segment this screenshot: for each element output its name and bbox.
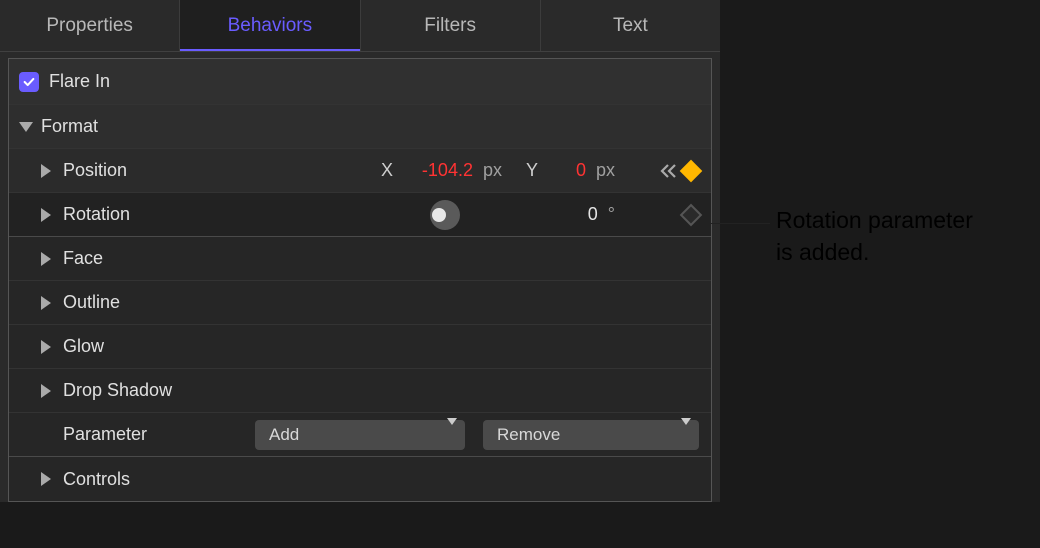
tab-text[interactable]: Text — [541, 0, 720, 51]
rotation-row: Rotation 0 ° — [9, 193, 711, 237]
annotation-callout: Rotation parameter is added. — [776, 204, 973, 268]
keyframe-diamond-icon[interactable] — [680, 159, 703, 182]
annotation-line1: Rotation parameter — [776, 204, 973, 236]
chevron-right-icon — [41, 208, 51, 222]
chevron-right-icon — [41, 472, 51, 486]
disclosure-position[interactable] — [41, 164, 55, 178]
behavior-header-row: Flare In — [9, 59, 711, 105]
controls-row[interactable]: Controls — [9, 457, 711, 501]
chevron-right-icon — [41, 296, 51, 310]
y-unit: px — [596, 160, 615, 181]
disclosure-glow[interactable] — [41, 340, 55, 354]
y-value[interactable]: 0 — [548, 160, 586, 181]
add-select-label: Add — [269, 425, 299, 445]
chevron-down-icon — [681, 418, 691, 444]
chevron-right-icon — [41, 164, 51, 178]
rotation-value[interactable]: 0 — [560, 204, 598, 225]
disclosure-face[interactable] — [41, 252, 55, 266]
keyframe-empty-diamond-icon[interactable] — [680, 203, 703, 226]
glow-row[interactable]: Glow — [9, 325, 711, 369]
dropshadow-label: Drop Shadow — [63, 380, 172, 401]
annotation-line2: is added. — [776, 236, 973, 268]
y-axis-label: Y — [520, 160, 538, 181]
position-label: Position — [63, 160, 183, 181]
chevron-right-icon — [41, 252, 51, 266]
glow-label: Glow — [63, 336, 104, 357]
face-label: Face — [63, 248, 103, 269]
outline-row[interactable]: Outline — [9, 281, 711, 325]
disclosure-rotation[interactable] — [41, 208, 55, 222]
disclosure-format[interactable] — [19, 122, 33, 132]
format-row[interactable]: Format — [9, 105, 711, 149]
tab-filters[interactable]: Filters — [361, 0, 541, 51]
disclosure-outline[interactable] — [41, 296, 55, 310]
dropshadow-row[interactable]: Drop Shadow — [9, 369, 711, 413]
face-row[interactable]: Face — [9, 237, 711, 281]
disclosure-dropshadow[interactable] — [41, 384, 55, 398]
check-icon — [22, 75, 36, 89]
parameter-row: Parameter Add Remove — [9, 413, 711, 457]
disclosure-controls[interactable] — [41, 472, 55, 486]
remove-select-label: Remove — [497, 425, 560, 445]
controls-label: Controls — [63, 469, 130, 490]
rotation-dial[interactable] — [430, 200, 460, 230]
parameter-add-select[interactable]: Add — [255, 420, 465, 450]
rotation-label: Rotation — [63, 204, 183, 225]
inspector-tabs: Properties Behaviors Filters Text — [0, 0, 720, 52]
inspector-content: Flare In Format Position X -104.2 px Y 0… — [8, 58, 712, 502]
prev-keyframe-icon[interactable] — [659, 163, 679, 179]
chevron-right-icon — [41, 384, 51, 398]
parameter-label: Parameter — [63, 424, 203, 445]
tab-properties[interactable]: Properties — [0, 0, 180, 51]
behavior-title: Flare In — [49, 71, 110, 92]
rotation-unit: ° — [608, 204, 615, 225]
chevron-down-icon — [19, 122, 33, 132]
enable-checkbox[interactable] — [19, 72, 39, 92]
x-value[interactable]: -104.2 — [403, 160, 473, 181]
outline-label: Outline — [63, 292, 120, 313]
format-label: Format — [41, 116, 98, 137]
position-row: Position X -104.2 px Y 0 px — [9, 149, 711, 193]
x-axis-label: X — [375, 160, 393, 181]
chevron-right-icon — [41, 340, 51, 354]
parameter-remove-select[interactable]: Remove — [483, 420, 699, 450]
tab-behaviors[interactable]: Behaviors — [180, 0, 360, 51]
annotation-leader-line — [700, 223, 770, 224]
chevron-down-icon — [447, 418, 457, 444]
x-unit: px — [483, 160, 502, 181]
